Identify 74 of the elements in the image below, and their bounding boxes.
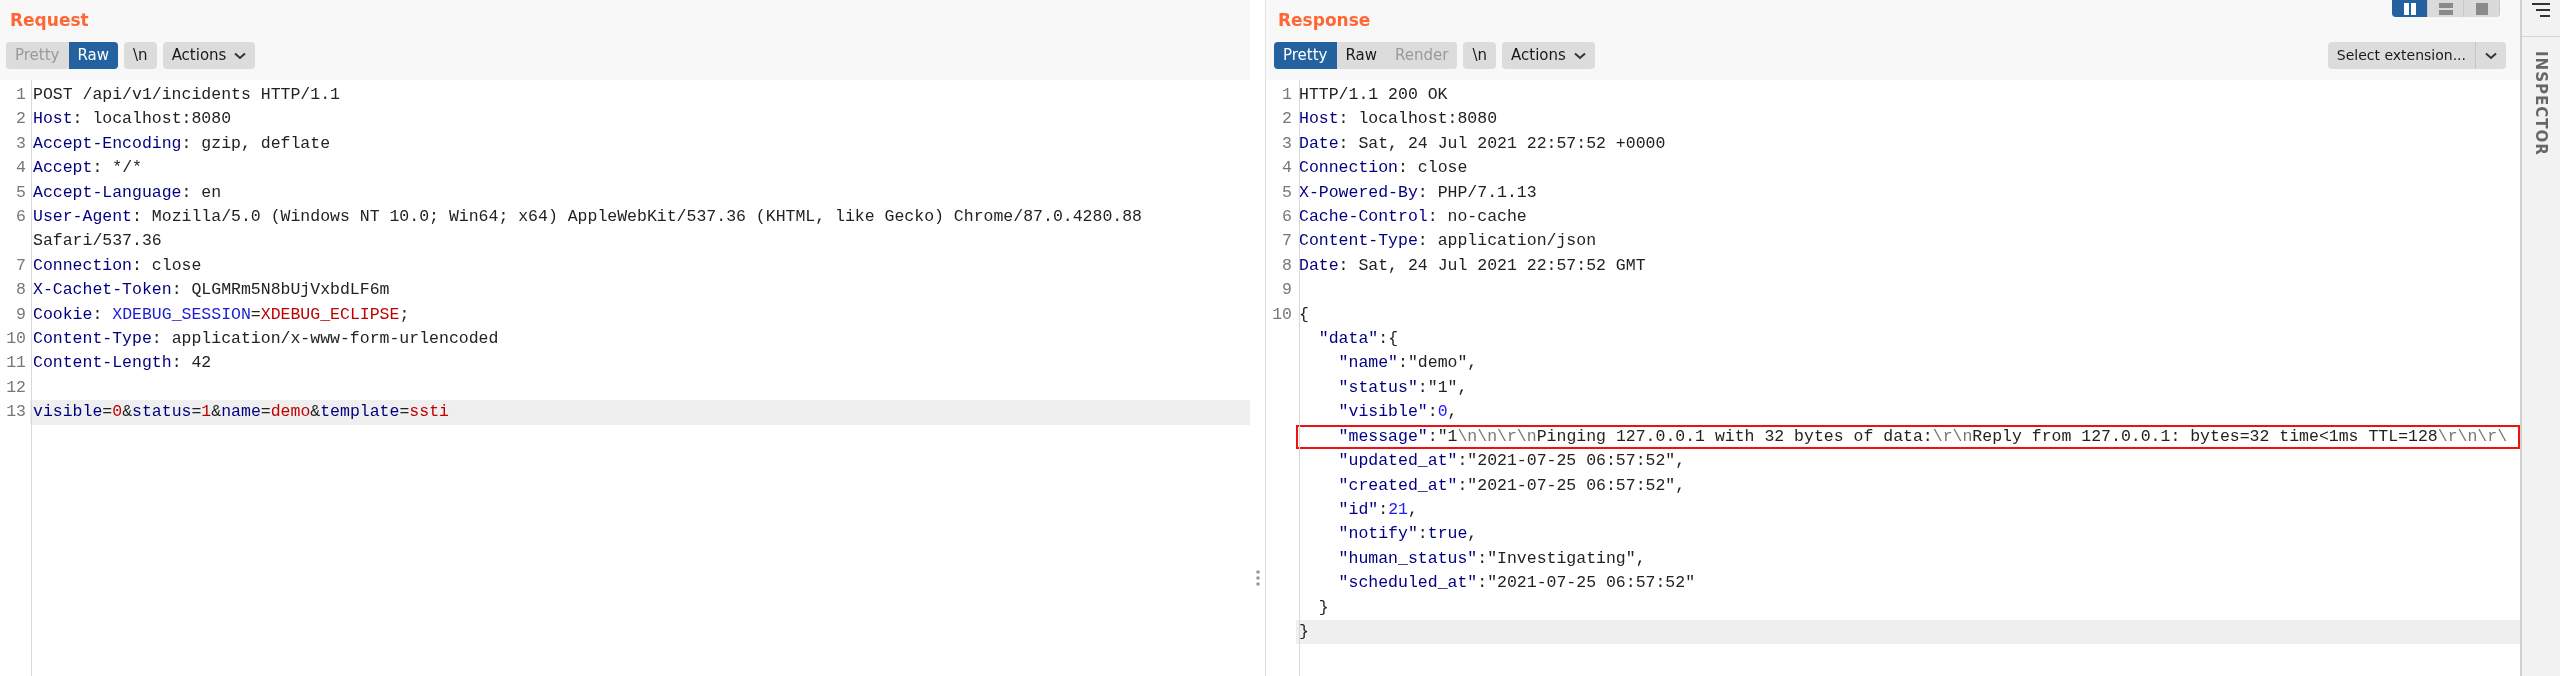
line-number: 1: [1282, 85, 1292, 104]
line-number: 4: [1282, 158, 1292, 178]
code-line: Date: Sat, 24 Jul 2021 22:57:52 GMT: [1298, 254, 1647, 277]
extension-select[interactable]: Select extension...: [2327, 42, 2506, 69]
line-number: 6: [1282, 207, 1292, 227]
line-number: 4: [16, 158, 26, 178]
view-tab[interactable]: Pretty: [1274, 42, 1337, 69]
line-number: 10: [6, 329, 26, 349]
line-number: 8: [1282, 255, 1292, 275]
code-line: Content-Length: 42: [32, 352, 213, 375]
code-line: Content-Type: application/json: [1298, 230, 1598, 253]
line-number: 2: [1282, 109, 1292, 129]
code-line: Cache-Control: no-cache: [1298, 206, 1528, 229]
code-line: "data":{: [1317, 328, 1400, 351]
code-line: Connection: close: [1298, 157, 1469, 180]
line-number: 1: [16, 85, 26, 104]
line-number: 7: [16, 255, 26, 275]
code-line: "id":21,: [1337, 498, 1419, 521]
line-number: 3: [16, 133, 26, 153]
line-number: 9: [16, 304, 26, 324]
code-line: User-Agent: Mozilla/5.0 (Windows NT 10.0; Win64; x64) AppleWebKit/537.36 (KHTML, like Gecko) Chrome/87.0.4280.88 Safari/537.36: [32, 206, 1143, 253]
code-line: "human_status":"Investigating",: [1337, 547, 1647, 570]
code-line: Content-Type: application/x-www-form-urlencoded: [32, 328, 500, 351]
single-pane-icon: [2474, 3, 2489, 15]
line-number: 3: [1282, 133, 1292, 153]
line-number: 13: [6, 402, 26, 422]
code-line: "notify":true,: [1337, 523, 1479, 546]
code-line: Host: localhost:8080: [32, 108, 233, 131]
split-rows-icon: [2438, 3, 2453, 15]
code-line: "status":"1",: [1337, 376, 1469, 399]
view-tab[interactable]: Raw: [68, 42, 119, 69]
code-line: {: [1298, 303, 1310, 326]
code-line: POST /api/v1/incidents HTTP/1.1: [32, 84, 341, 106]
actions-button[interactable]: Actions: [162, 42, 256, 69]
code-line: "created_at":"2021-07-25 06:57:52",: [1337, 474, 1687, 497]
code-line: "updated_at":"2021-07-25 06:57:52",: [1337, 450, 1687, 473]
code-line: "name":"demo",: [1337, 352, 1479, 375]
chevron-down-icon: [2485, 51, 2497, 60]
code-line: X-Powered-By: PHP/7.1.13: [1298, 181, 1538, 204]
pane-title: Request: [10, 9, 89, 33]
code-line: HTTP/1.1 200 OK: [1298, 84, 1449, 106]
line-number: 9: [1282, 280, 1292, 300]
menu-icon[interactable]: [2532, 2, 2550, 18]
actions-button[interactable]: Actions: [1502, 42, 1595, 69]
line-number: 8: [16, 280, 26, 300]
line-number: 12: [6, 377, 26, 397]
code-line: Date: Sat, 24 Jul 2021 22:57:52 +0000: [1298, 132, 1667, 155]
code-line: "visible":0,: [1337, 401, 1459, 424]
newline-toggle[interactable]: \n: [124, 42, 157, 69]
pane-title: Response: [1278, 9, 1371, 33]
code-line: Accept-Language: en: [32, 181, 223, 204]
code-line: Accept: */*: [32, 157, 143, 180]
code-line: Host: localhost:8080: [1298, 108, 1499, 131]
code-line: X-Cachet-Token: QLGMRm5N8bUjVxbdLF6m: [32, 279, 391, 302]
code-line: Connection: close: [32, 254, 203, 277]
line-number: 6: [16, 207, 26, 227]
layout-toggle[interactable]: [2392, 0, 2428, 17]
outlined-code-line: "message":"1\n\n\r\nPinging 127.0.0.1 with 32 bytes of data:\r\nReply from 127.0.0.1: bytes=32 time<1ms TTL=128\r\n\r\: [1296, 424, 2520, 450]
line-number: 5: [16, 182, 26, 202]
code-line: "scheduled_at":"2021-07-25 06:57:52": [1337, 572, 1697, 595]
split-columns-icon: [2402, 3, 2417, 15]
inspector-tab[interactable]: INSPECTOR: [2529, 51, 2553, 156]
chevron-down-icon: [1573, 51, 1586, 60]
line-number: 5: [1282, 182, 1292, 202]
drag-handle-icon[interactable]: [1255, 570, 1260, 586]
chevron-down-icon: [234, 51, 247, 60]
line-number: 2: [16, 109, 26, 129]
newline-toggle[interactable]: \n: [1463, 42, 1497, 69]
line-number: 7: [1282, 231, 1292, 251]
code-line: }: [1317, 596, 1330, 619]
line-number: 10: [1272, 304, 1292, 324]
line-number: 11: [6, 353, 26, 373]
code-line: Cookie: XDEBUG_SESSION=XDEBUG_ECLIPSE;: [32, 303, 411, 326]
code-line: Accept-Encoding: gzip, deflate: [32, 132, 332, 155]
